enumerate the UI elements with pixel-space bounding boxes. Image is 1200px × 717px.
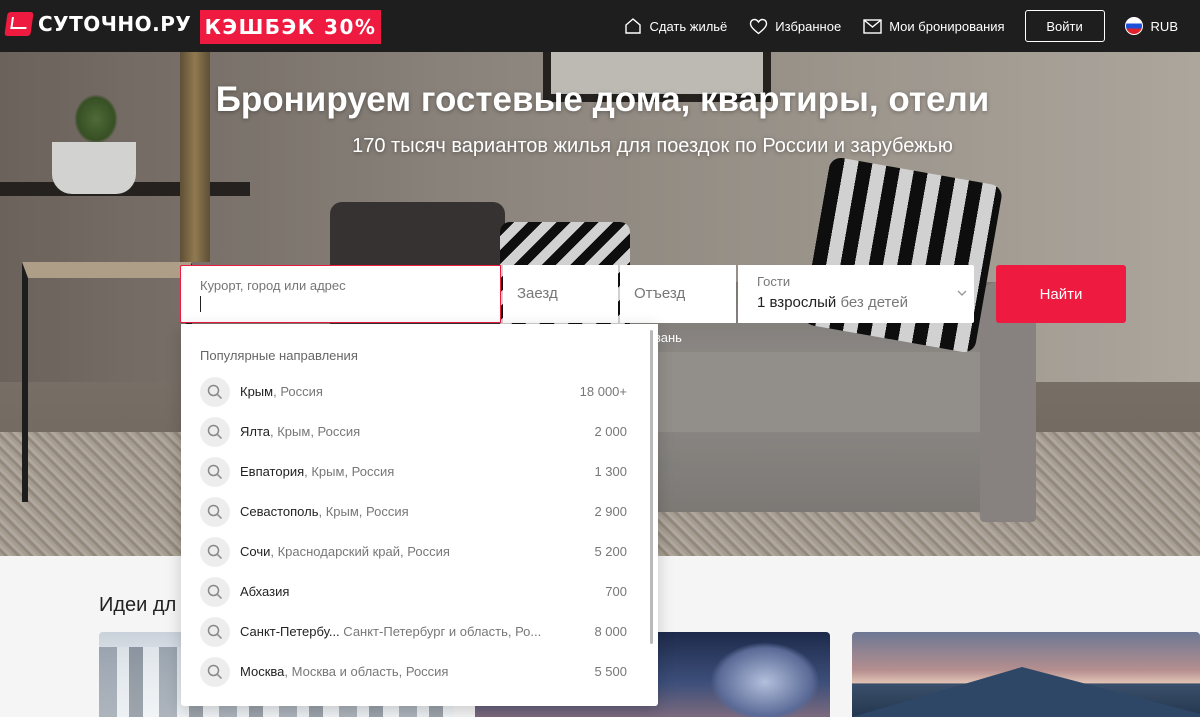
house-icon (625, 18, 642, 34)
chevron-down-icon (957, 290, 967, 296)
top-navigation-bar: СУТОЧНО.РУ КЭШБЭК 30% Сдать жильё Избран… (0, 0, 1200, 52)
search-icon (200, 657, 230, 687)
partial-link-text[interactable]: вань (654, 330, 682, 345)
logo-text: СУТОЧНО.РУ (38, 12, 192, 36)
search-form: Курорт, город или адрес Заезд Отъезд Гос… (180, 265, 974, 323)
site-logo[interactable]: СУТОЧНО.РУ (4, 12, 192, 36)
suggestions-heading: Популярные направления (200, 348, 358, 363)
cashback-banner[interactable]: КЭШБЭК 30% (200, 10, 381, 44)
bookings-link-label: Мои бронирования (889, 18, 1005, 34)
suggestion-item[interactable]: Санкт-Петербу... Санкт-Петербург и облас… (181, 612, 641, 652)
checkout-field[interactable]: Отъезд (620, 265, 736, 323)
checkin-field[interactable]: Заезд (503, 265, 618, 323)
bookings-link[interactable]: Мои бронирования (863, 18, 1005, 34)
guests-selector[interactable]: Гости 1 взрослый без детей (738, 265, 974, 323)
suggestion-item[interactable]: Крым, Россия 18 000+ (181, 372, 641, 412)
flag-ru-icon (1124, 17, 1143, 35)
cashback-label: КЭШБЭК 30 (204, 15, 355, 39)
text-caret (200, 296, 201, 312)
suggestion-item[interactable]: Евпатория, Крым, Россия 1 300 (181, 452, 641, 492)
heart-icon (750, 18, 768, 34)
search-icon (200, 617, 230, 647)
suggestion-item[interactable]: Сочи, Краснодарский край, Россия 5 200 (181, 532, 641, 572)
search-icon (200, 457, 230, 487)
checkout-label: Отъезд (634, 285, 686, 302)
destination-placeholder: Курорт, город или адрес (200, 278, 346, 293)
suggestion-item[interactable]: Ялта, Крым, Россия 2 000 (181, 412, 641, 452)
cashback-percent: % (354, 15, 377, 39)
currency-selector[interactable]: RUB (1124, 17, 1178, 35)
login-button[interactable]: Войти (1024, 10, 1105, 42)
suggestion-item[interactable]: Абхазия 700 (181, 572, 641, 612)
idea-card[interactable] (852, 632, 1200, 717)
search-icon (200, 497, 230, 527)
scrollbar[interactable] (650, 330, 653, 644)
search-button[interactable]: Найти (996, 265, 1126, 323)
search-icon (200, 537, 230, 567)
destination-input[interactable]: Курорт, город или адрес (180, 265, 501, 323)
destination-suggestions: Популярные направления Крым, Россия 18 0… (181, 324, 658, 706)
favorites-link[interactable]: Избранное (749, 18, 841, 35)
hero-title: Бронируем гостевые дома, квартиры, отели (215, 80, 990, 119)
currency-label: RUB (1150, 18, 1178, 34)
header-nav: Сдать жильё Избранное Мои бронирования В… (624, 0, 1200, 52)
mail-icon (863, 18, 882, 34)
logo-icon (4, 12, 34, 36)
host-link[interactable]: Сдать жильё (624, 17, 727, 35)
suggestion-item[interactable]: Севастополь, Крым, Россия 2 900 (181, 492, 641, 532)
search-icon (200, 377, 230, 407)
host-link-label: Сдать жильё (649, 18, 728, 34)
favorites-link-label: Избранное (775, 18, 842, 34)
checkin-label: Заезд (517, 285, 558, 302)
guests-label: Гости (757, 274, 791, 289)
ideas-section-title: Идеи дл (99, 594, 177, 616)
guests-value: 1 взрослый без детей (757, 294, 908, 311)
search-icon (200, 417, 230, 447)
suggestion-item[interactable]: Москва, Москва и область, Россия 5 500 (181, 652, 641, 692)
search-icon (200, 577, 230, 607)
hero-subtitle: 170 тысяч вариантов жилья для поездок по… (352, 135, 953, 157)
